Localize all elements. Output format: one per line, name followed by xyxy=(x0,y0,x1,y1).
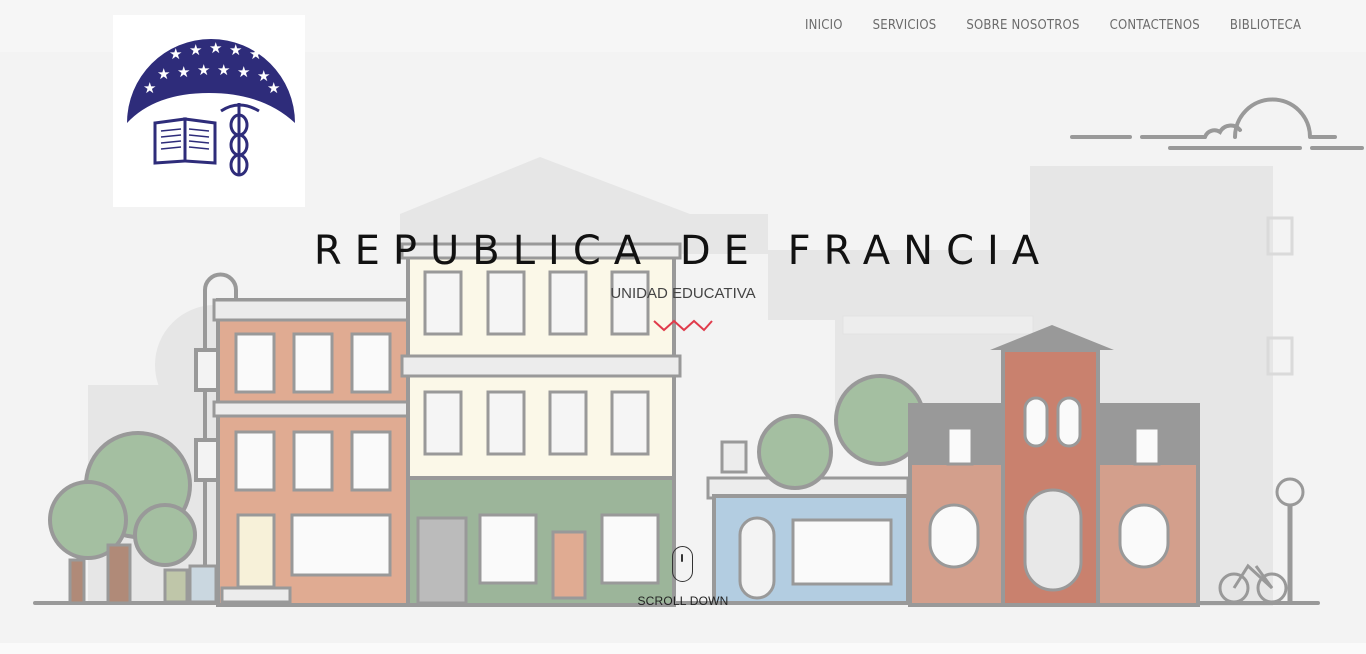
svg-text:★: ★ xyxy=(143,79,156,97)
svg-text:★: ★ xyxy=(169,45,182,63)
nav-item-sobre-nosotros[interactable]: SOBRE NOSOTROS xyxy=(951,16,1094,38)
svg-text:★: ★ xyxy=(217,61,230,79)
nav-item-servicios[interactable]: SERVICIOS xyxy=(858,16,952,38)
main-nav: INICIO SERVICIOS SOBRE NOSOTROS CONTACTE… xyxy=(790,16,1316,38)
svg-text:★: ★ xyxy=(189,41,202,59)
svg-text:★: ★ xyxy=(237,63,250,81)
svg-text:★: ★ xyxy=(197,61,210,79)
page-bottom-edge xyxy=(0,643,1366,654)
svg-text:★: ★ xyxy=(177,63,190,81)
zigzag-divider-icon xyxy=(653,319,713,332)
nav-item-inicio[interactable]: INICIO xyxy=(790,16,858,38)
nav-item-biblioteca[interactable]: BIBLIOTECA xyxy=(1215,16,1316,38)
svg-text:★: ★ xyxy=(209,39,222,57)
mouse-scroll-icon[interactable] xyxy=(672,546,693,582)
svg-text:★: ★ xyxy=(157,65,170,83)
scroll-down-label[interactable]: SCROLL DOWN xyxy=(0,594,1366,608)
logo-emblem: ★ ★ ★ ★ ★ ★ ★ ★ ★ ★ ★ ★ ★ xyxy=(127,39,295,177)
nav-item-contactenos[interactable]: CONTACTENOS xyxy=(1095,16,1215,38)
svg-text:★: ★ xyxy=(249,45,262,63)
hero-title: REPUBLICA DE FRANCIA xyxy=(313,228,1053,274)
school-logo[interactable]: ★ ★ ★ ★ ★ ★ ★ ★ ★ ★ ★ ★ ★ xyxy=(113,15,305,207)
hero-subtitle: UNIDAD EDUCATIVA xyxy=(610,285,756,302)
svg-text:★: ★ xyxy=(229,41,242,59)
mouse-wheel xyxy=(681,554,683,562)
svg-text:★: ★ xyxy=(267,79,280,97)
